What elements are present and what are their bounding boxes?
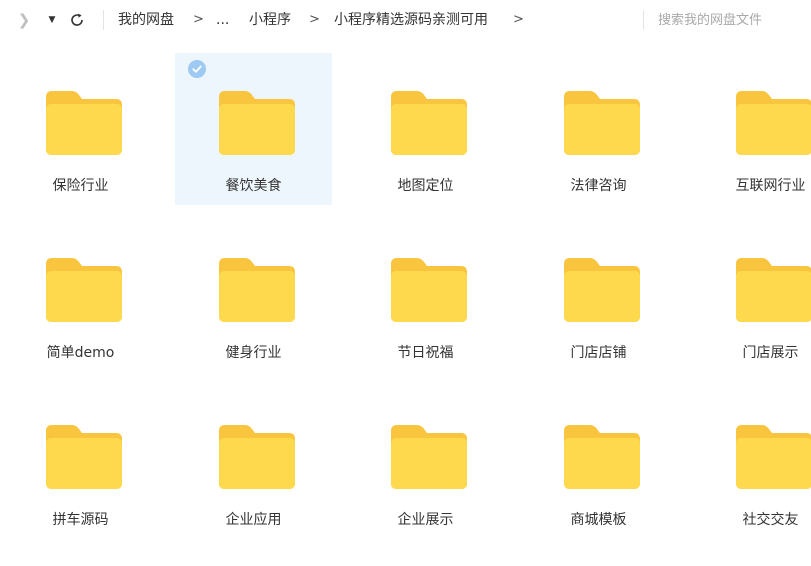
folder-name: 互联网行业 [735,178,806,194]
folder-name: 健身行业 [225,345,282,361]
folder-icon [219,258,295,322]
folder-tile[interactable]: 节日祝福 [347,220,504,372]
check-icon[interactable] [188,60,206,78]
folder-icon [46,258,122,322]
folder-name: 拼车源码 [52,512,109,528]
breadcrumb-separator: > [309,12,320,27]
folder-icon [46,425,122,489]
folder-tile[interactable]: 商城模板 [520,387,677,539]
folder-tile[interactable]: 健身行业 [175,220,332,372]
breadcrumb-item-current[interactable]: 小程序精选源码亲测可用 [334,9,488,31]
folder-name: 企业展示 [397,512,454,528]
folder-tile[interactable]: 门店展示 [692,220,811,372]
folder-name: 商城模板 [570,512,627,528]
folder-tile[interactable]: 互联网行业 [692,53,811,205]
chevron-right-icon: ❯ [17,11,31,29]
folder-name: 法律咨询 [570,178,627,194]
breadcrumb-separator: > [513,12,524,27]
folder-icon [46,91,122,155]
refresh-icon [71,13,83,26]
folder-name: 企业应用 [225,512,282,528]
folder-icon [564,258,640,322]
folder-tile[interactable]: 简单demo [2,220,159,372]
folder-tile[interactable]: 餐饮美食 [175,53,332,205]
folder-name: 地图定位 [397,178,454,194]
folder-icon [219,425,295,489]
folder-icon [391,258,467,322]
folder-name: 保险行业 [52,178,109,194]
folder-icon [219,91,295,155]
folder-icon [391,91,467,155]
breadcrumb-separator: > [193,12,204,27]
folder-grid: 保险行业 餐饮美食 地图定位 法律咨询 互联网行业简单demo 健身行业 节日祝福 门店店铺 门… [0,40,811,566]
folder-tile[interactable]: 法律咨询 [520,53,677,205]
history-dropdown-button[interactable]: ▼ [44,9,60,31]
toolbar: ❯ ▼ 我的网盘 > ... 小程序 > 小程序精选源码亲测可用 > [0,0,811,40]
folder-tile[interactable]: 企业展示 [347,387,504,539]
folder-name: 简单demo [46,345,115,361]
folder-icon [736,91,811,155]
folder-tile[interactable]: 企业应用 [175,387,332,539]
folder-icon [736,258,811,322]
toolbar-divider [643,10,644,30]
folder-tile[interactable]: 保险行业 [2,53,159,205]
folder-name: 餐饮美食 [225,178,282,194]
folder-name: 社交交友 [742,512,799,528]
folder-icon [736,425,811,489]
folder-tile[interactable]: 拼车源码 [2,387,159,539]
triangle-down-icon: ▼ [48,15,56,25]
folder-icon [564,91,640,155]
breadcrumb-item-ellipsis[interactable]: ... [216,9,229,31]
refresh-button[interactable] [66,9,88,31]
folder-icon [564,425,640,489]
folder-name: 门店店铺 [570,345,627,361]
folder-tile[interactable]: 社交交友 [692,387,811,539]
forward-button[interactable]: ❯ [14,9,34,31]
breadcrumb-item-root[interactable]: 我的网盘 [118,9,174,31]
search-input[interactable] [658,8,806,32]
folder-name: 门店展示 [742,345,799,361]
folder-icon [391,425,467,489]
folder-tile[interactable]: 门店店铺 [520,220,677,372]
folder-name: 节日祝福 [397,345,454,361]
toolbar-divider [103,10,104,30]
breadcrumb-item-miniprogram[interactable]: 小程序 [249,9,291,31]
folder-tile[interactable]: 地图定位 [347,53,504,205]
